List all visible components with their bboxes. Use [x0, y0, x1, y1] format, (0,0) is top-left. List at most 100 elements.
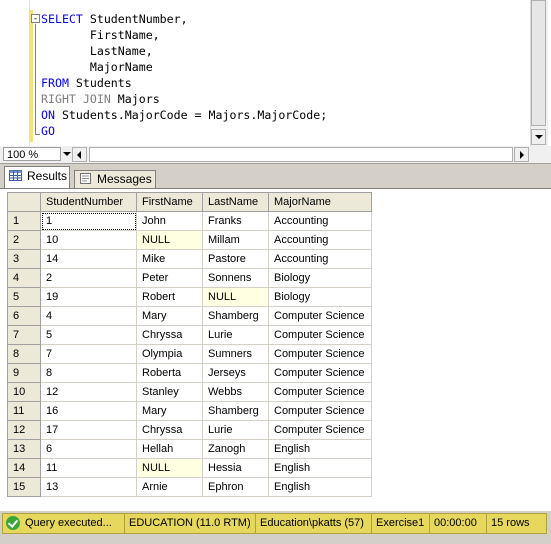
table-row[interactable]: 5 19 Robert NULL Biology [7, 287, 372, 307]
firstname-cell[interactable]: John [136, 211, 203, 231]
studentnumber-cell[interactable]: 4 [40, 306, 137, 326]
majorname-cell[interactable]: English [268, 458, 372, 478]
tab-messages[interactable]: Messages [74, 170, 156, 188]
grid-corner-header[interactable] [7, 192, 41, 212]
code-line[interactable]: RIGHT JOIN Majors [41, 91, 327, 107]
majorname-cell[interactable]: Accounting [268, 249, 372, 269]
firstname-cell[interactable]: Stanley [136, 382, 203, 402]
studentnumber-cell[interactable]: 8 [40, 363, 137, 383]
table-row[interactable]: 15 13 Arnie Ephron English [7, 477, 372, 497]
majorname-cell[interactable]: Computer Science [268, 325, 372, 345]
row-number-cell[interactable]: 7 [7, 325, 41, 345]
editor-scroll-thumb[interactable] [531, 0, 546, 126]
row-number-cell[interactable]: 13 [7, 439, 41, 459]
majorname-cell[interactable]: Computer Science [268, 363, 372, 383]
lastname-cell[interactable]: Zanogh [202, 439, 269, 459]
studentnumber-cell[interactable]: 16 [40, 401, 137, 421]
table-row[interactable]: 12 17 Chryssa Lurie Computer Science [7, 420, 372, 440]
row-number-cell[interactable]: 14 [7, 458, 41, 478]
studentnumber-cell[interactable]: 12 [40, 382, 137, 402]
scroll-down-button[interactable] [531, 129, 546, 145]
table-row[interactable]: 14 11 NULL Hessia English [7, 458, 372, 478]
lastname-cell[interactable]: Franks [202, 211, 269, 231]
studentnumber-cell[interactable]: 6 [40, 439, 137, 459]
row-number-cell[interactable]: 15 [7, 477, 41, 497]
firstname-cell[interactable]: Roberta [136, 363, 203, 383]
studentnumber-cell[interactable]: 2 [40, 268, 137, 288]
firstname-cell[interactable]: NULL [136, 230, 203, 250]
table-row[interactable]: 8 7 Olympia Sumners Computer Science [7, 344, 372, 364]
lastname-cell[interactable]: Millam [202, 230, 269, 250]
firstname-cell[interactable]: Chryssa [136, 325, 203, 345]
majorname-cell[interactable]: Computer Science [268, 401, 372, 421]
row-number-cell[interactable]: 11 [7, 401, 41, 421]
majorname-cell[interactable]: Biology [268, 268, 372, 288]
sql-editor[interactable]: - SELECT StudentNumber, FirstName, LastN… [0, 0, 551, 147]
code-line[interactable]: GO [41, 123, 327, 139]
majorname-cell[interactable]: English [268, 477, 372, 497]
lastname-cell[interactable]: Ephron [202, 477, 269, 497]
zoom-select[interactable]: 100 % [3, 147, 61, 161]
table-row[interactable]: 6 4 Mary Shamberg Computer Science [7, 306, 372, 326]
code-line[interactable]: LastName, [41, 43, 327, 59]
row-number-cell[interactable]: 1 [7, 211, 41, 231]
code-line[interactable]: MajorName [41, 59, 327, 75]
row-number-cell[interactable]: 10 [7, 382, 41, 402]
majorname-cell[interactable]: Computer Science [268, 306, 372, 326]
firstname-cell[interactable]: Peter [136, 268, 203, 288]
firstname-cell[interactable]: Mary [136, 401, 203, 421]
table-row[interactable]: 11 16 Mary Shamberg Computer Science [7, 401, 372, 421]
table-row[interactable]: 4 2 Peter Sonnens Biology [7, 268, 372, 288]
majorname-cell[interactable]: Biology [268, 287, 372, 307]
table-row[interactable]: 3 14 Mike Pastore Accounting [7, 249, 372, 269]
majorname-cell[interactable]: Accounting [268, 230, 372, 250]
lastname-cell[interactable]: Shamberg [202, 401, 269, 421]
row-number-cell[interactable]: 6 [7, 306, 41, 326]
code-line[interactable]: FROM Students [41, 75, 327, 91]
code-line[interactable]: FirstName, [41, 27, 327, 43]
lastname-cell[interactable]: Lurie [202, 420, 269, 440]
studentnumber-cell[interactable]: 19 [40, 287, 137, 307]
results-grid[interactable]: StudentNumber FirstName LastName MajorNa… [7, 192, 372, 497]
lastname-cell[interactable]: Pastore [202, 249, 269, 269]
studentnumber-cell[interactable]: 7 [40, 344, 137, 364]
firstname-cell[interactable]: Olympia [136, 344, 203, 364]
collapse-outline-icon[interactable]: - [31, 14, 40, 24]
studentnumber-cell[interactable]: 13 [40, 477, 137, 497]
lastname-cell[interactable]: Webbs [202, 382, 269, 402]
lastname-cell[interactable]: NULL [202, 287, 269, 307]
table-row[interactable]: 7 5 Chryssa Lurie Computer Science [7, 325, 372, 345]
firstname-cell[interactable]: Mike [136, 249, 203, 269]
studentnumber-cell[interactable]: 11 [40, 458, 137, 478]
results-grid-pane[interactable]: StudentNumber FirstName LastName MajorNa… [0, 188, 551, 512]
row-number-cell[interactable]: 4 [7, 268, 41, 288]
row-number-cell[interactable]: 2 [7, 230, 41, 250]
majorname-cell[interactable]: Computer Science [268, 344, 372, 364]
studentnumber-cell[interactable]: 17 [40, 420, 137, 440]
tab-results[interactable]: Results [4, 166, 70, 188]
majorname-cell[interactable]: Accounting [268, 211, 372, 231]
code-line[interactable]: ON Students.MajorCode = Majors.MajorCode… [41, 107, 327, 123]
firstname-cell[interactable]: Mary [136, 306, 203, 326]
table-row[interactable]: 2 10 NULL Millam Accounting [7, 230, 372, 250]
row-number-cell[interactable]: 12 [7, 420, 41, 440]
row-number-cell[interactable]: 3 [7, 249, 41, 269]
majorname-cell[interactable]: Computer Science [268, 382, 372, 402]
lastname-cell[interactable]: Sumners [202, 344, 269, 364]
lastname-cell[interactable]: Lurie [202, 325, 269, 345]
column-header-studentnumber[interactable]: StudentNumber [40, 192, 137, 212]
sql-code[interactable]: SELECT StudentNumber, FirstName, LastNam… [41, 11, 327, 139]
majorname-cell[interactable]: Computer Science [268, 420, 372, 440]
row-number-cell[interactable]: 5 [7, 287, 41, 307]
firstname-cell[interactable]: Arnie [136, 477, 203, 497]
majorname-cell[interactable]: English [268, 439, 372, 459]
scroll-left-button[interactable] [72, 147, 87, 162]
scroll-right-button[interactable] [514, 147, 529, 162]
lastname-cell[interactable]: Shamberg [202, 306, 269, 326]
row-number-cell[interactable]: 9 [7, 363, 41, 383]
firstname-cell[interactable]: Hellah [136, 439, 203, 459]
studentnumber-cell[interactable]: 10 [40, 230, 137, 250]
dropdown-arrow-icon[interactable] [63, 152, 71, 156]
table-row[interactable]: 10 12 Stanley Webbs Computer Science [7, 382, 372, 402]
table-row[interactable]: 13 6 Hellah Zanogh English [7, 439, 372, 459]
